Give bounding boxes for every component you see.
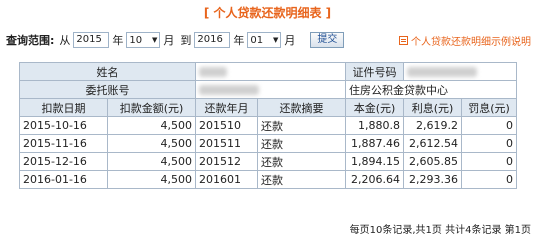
cell-period: 201510 [195,116,258,135]
start-year-input[interactable]: 2015 [73,32,110,48]
help-link-text: 个人贷款还款明细示例说明 [411,36,531,48]
dropdown-arrow-icon: ▼ [273,36,279,44]
cell-date: 2016-01-16 [19,170,108,189]
end-month-unit: 月 [284,34,296,47]
entrust-account [195,80,346,99]
table-header-row: 扣款日期 扣款金额(元) 还款年月 还款摘要 本金(元) 利息(元) 罚息(元) [19,98,517,117]
start-month-select[interactable]: 10 ▼ [126,32,161,48]
cell-date: 2015-10-16 [19,116,108,135]
cell-summary: 还款 [257,152,346,171]
cell-date: 2015-12-16 [19,152,108,171]
end-year-input[interactable]: 2016 [194,32,231,48]
redacted-value [199,85,259,95]
table-row: 2015-11-16 4,500 201511 还款 1,887.46 2,61… [19,134,517,153]
redacted-value [407,67,477,77]
to-label: 到 [180,34,192,47]
table-row: 2016-01-16 4,500 201601 还款 2,206.64 2,29… [19,170,517,189]
col-header: 还款年月 [195,98,258,117]
page-title: [ 个人贷款还款明细表 ] [203,6,332,20]
cell-principal: 1,887.46 [345,134,404,153]
cell-summary: 还款 [257,170,346,189]
cell-penalty: 0 [461,170,517,189]
cell-principal: 1,894.15 [345,152,404,171]
cell-penalty: 0 [461,152,517,171]
repayment-table: 姓名 证件号码 委托账号 住房公积金贷款中心 扣款日期 扣款金额(元) 还款年月… [19,62,517,189]
dropdown-arrow-icon: ▼ [152,36,158,44]
id-label: 证件号码 [345,62,404,81]
document-icon [399,35,408,45]
cell-period: 201511 [195,134,258,153]
name-value [195,62,346,81]
redacted-value [199,67,227,77]
cell-interest: 2,612.54 [403,134,462,153]
cell-amount: 4,500 [107,170,196,189]
col-header: 扣款金额(元) [107,98,196,117]
cell-interest: 2,605.85 [403,152,462,171]
col-header: 扣款日期 [19,98,108,117]
col-header: 还款摘要 [257,98,346,117]
cell-interest: 2,619.2 [403,116,462,135]
pagination-info: 每页10条记录,共1页 共计4条记录 第1页 [349,225,531,236]
table-row: 2015-12-16 4,500 201512 还款 1,894.15 2,60… [19,152,517,171]
cell-amount: 4,500 [107,152,196,171]
cell-period: 201601 [195,170,258,189]
cell-principal: 2,206.64 [345,170,404,189]
cell-penalty: 0 [461,116,517,135]
submit-button[interactable]: 提交 [310,32,345,48]
cell-summary: 还款 [257,134,346,153]
name-label: 姓名 [19,62,196,81]
query-range-label: 查询范围: [6,34,55,47]
col-header: 罚息(元) [461,98,517,117]
cell-summary: 还款 [257,116,346,135]
cell-principal: 1,880.8 [345,116,404,135]
col-header: 利息(元) [403,98,462,117]
table-row: 2015-10-16 4,500 201510 还款 1,880.8 2,619… [19,116,517,135]
cell-date: 2015-11-16 [19,134,108,153]
cell-interest: 2,293.36 [403,170,462,189]
info-row-name: 姓名 证件号码 [19,62,517,81]
help-link[interactable]: 个人贷款还款明细示例说明 [399,30,531,50]
end-year-unit: 年 [233,34,245,47]
cell-penalty: 0 [461,134,517,153]
start-month-unit: 月 [163,34,175,47]
start-year-unit: 年 [112,34,124,47]
cell-amount: 4,500 [107,134,196,153]
col-header: 本金(元) [345,98,404,117]
from-label: 从 [59,34,71,47]
cell-period: 201512 [195,152,258,171]
entrust-value: 住房公积金贷款中心 [345,80,517,99]
end-month-value: 01 [250,34,264,46]
cell-amount: 4,500 [107,116,196,135]
end-month-select[interactable]: 01 ▼ [247,32,282,48]
id-value [403,62,517,81]
info-row-entrust: 委托账号 住房公积金贷款中心 [19,80,517,99]
entrust-label: 委托账号 [19,80,196,99]
start-month-value: 10 [129,34,143,46]
